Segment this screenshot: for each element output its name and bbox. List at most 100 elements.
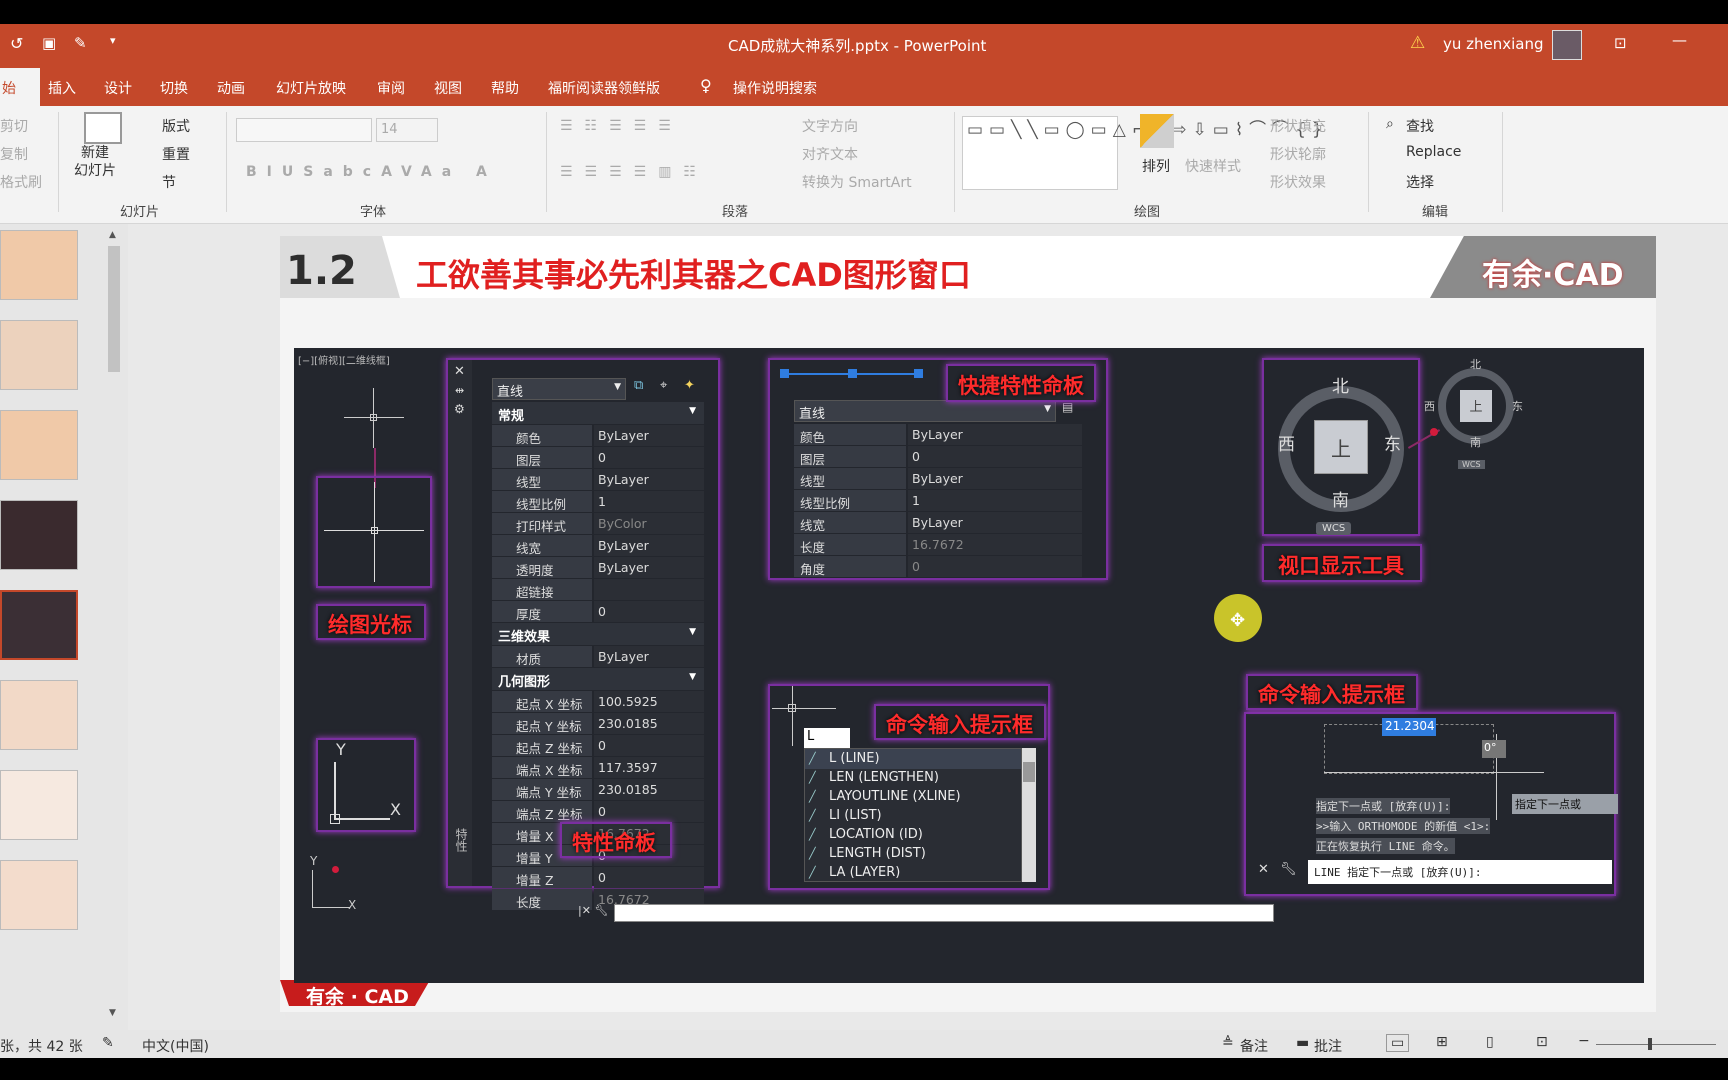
property-value[interactable]: 0 — [594, 801, 704, 822]
cmdline-customize-icon[interactable]: 🔧︎ — [1280, 862, 1297, 877]
compass-east[interactable]: 东 — [1384, 430, 1401, 455]
quick-object-type[interactable]: 直线 ▼ — [794, 400, 1056, 422]
reset-button[interactable]: 重置 — [162, 144, 190, 164]
slide-thumbnail[interactable] — [0, 500, 78, 570]
compass-west[interactable]: 西 — [1278, 430, 1295, 455]
tab-slideshow[interactable]: 幻灯片放映 — [276, 78, 346, 98]
property-row[interactable]: 起点 X 坐标 100.5925 — [492, 691, 704, 713]
autocomplete-item[interactable]: LEN (LENGTHEN) — [805, 768, 1021, 788]
minimize-icon[interactable]: — — [1672, 31, 1687, 49]
tab-help[interactable]: 帮助 — [491, 78, 519, 98]
touch-icon[interactable]: ✎ — [74, 34, 87, 52]
pickadd-icon[interactable]: ✦ — [684, 378, 695, 393]
property-value[interactable]: 0 — [594, 867, 704, 888]
bottom-command-icons[interactable]: |✕ 🔧︎ — [578, 904, 608, 917]
viewcube[interactable]: 上 — [1314, 420, 1368, 474]
property-row[interactable]: 厚度 0 — [492, 601, 704, 623]
property-row[interactable]: 线宽 ByLayer — [492, 535, 704, 557]
slide-sorter-button[interactable]: ⊞ — [1436, 1034, 1448, 1050]
tab-animations[interactable]: 动画 — [217, 78, 245, 98]
property-row[interactable]: 增量 Z0 — [492, 867, 704, 889]
tab-transitions[interactable]: 切换 — [160, 78, 188, 98]
zoom-slider[interactable] — [1596, 1038, 1716, 1050]
spellcheck-icon[interactable]: ✎ — [102, 1035, 114, 1051]
tab-design[interactable]: 设计 — [104, 78, 132, 98]
grip-mid[interactable] — [848, 369, 857, 378]
replace-button[interactable]: Replace — [1406, 144, 1461, 160]
autocomplete-item[interactable]: LENGTH (DIST) — [805, 844, 1021, 864]
viewport-label[interactable]: [−][俯视][二维线框] — [298, 352, 390, 367]
property-value[interactable]: ByLayer — [908, 424, 1082, 445]
property-row[interactable]: 材质 ByLayer — [492, 646, 704, 668]
slide-counter[interactable]: 张，共 42 张 — [0, 1036, 83, 1056]
user-name[interactable]: yu zhenxiang — [1443, 35, 1544, 53]
quick-property-row[interactable]: 线宽 ByLayer — [794, 512, 1082, 534]
property-value[interactable]: 16.7672 — [908, 534, 1082, 555]
property-row[interactable]: 端点 Y 坐标 230.0185 — [492, 779, 704, 801]
slideshow-button[interactable]: ⊡ — [1536, 1034, 1548, 1050]
property-value[interactable]: 230.0185 — [594, 713, 704, 734]
angle-input[interactable]: 0° — [1482, 740, 1506, 758]
quick-styles-button[interactable]: 快速样式 — [1185, 156, 1241, 176]
tab-home[interactable]: 始 — [0, 68, 40, 106]
property-value[interactable]: 1 — [594, 491, 704, 512]
cmdline-close-icon[interactable]: ✕ — [1258, 862, 1269, 877]
palette-settings-icon[interactable]: ⚙ — [454, 402, 465, 416]
command-typed-input[interactable]: L — [804, 728, 850, 748]
notes-button[interactable]: 备注 — [1240, 1036, 1268, 1056]
tab-view[interactable]: 视图 — [434, 78, 462, 98]
font-format-icons[interactable]: BIUSabcAVAa A — [246, 164, 497, 180]
avatar[interactable] — [1552, 30, 1582, 60]
property-row[interactable]: 端点 X 坐标 117.3597 — [492, 757, 704, 779]
property-value[interactable]: ByLayer — [594, 535, 704, 556]
compass-north[interactable]: 北 — [1332, 372, 1349, 397]
slide-thumbnail[interactable] — [0, 770, 78, 840]
shape-outline-button[interactable]: 形状轮廓 — [1270, 144, 1326, 164]
tab-insert[interactable]: 插入 — [48, 78, 76, 98]
thumbnail-scrollbar[interactable]: ▲ ▼ — [106, 228, 122, 1024]
bottom-command-bar[interactable] — [614, 904, 1274, 922]
align-icons[interactable]: ☰☰☰☰▥☷ — [560, 164, 708, 180]
quick-property-row[interactable]: 颜色 ByLayer — [794, 424, 1082, 446]
compass-south[interactable]: 南 — [1332, 486, 1349, 511]
slide-thumbnail[interactable] — [0, 680, 78, 750]
autocomplete-item[interactable]: LAYOUTLINE (XLINE) — [805, 787, 1021, 807]
property-value[interactable]: ByLayer — [908, 468, 1082, 489]
property-value[interactable]: 0 — [908, 556, 1082, 577]
smartart-button[interactable]: 转换为 SmartArt — [802, 172, 912, 192]
property-row[interactable]: 打印样式 ByColor — [492, 513, 704, 535]
property-value[interactable] — [594, 579, 704, 600]
quick-property-row[interactable]: 线型比例 1 — [794, 490, 1082, 512]
command-line-input[interactable]: LINE 指定下一点或 [放弃(U)]: — [1308, 860, 1612, 884]
quick-select-icon[interactable]: ⧉ — [634, 378, 643, 393]
autocomplete-item[interactable]: LA (LAYER) — [805, 863, 1021, 883]
slide-thumbnail[interactable] — [0, 320, 78, 390]
align-text-button[interactable]: 对齐文本 — [802, 144, 858, 164]
property-value[interactable]: 1 — [908, 490, 1082, 511]
property-row[interactable]: 超链接 — [492, 579, 704, 601]
find-button[interactable]: 查找 — [1406, 116, 1434, 136]
comments-button[interactable]: 批注 — [1314, 1036, 1342, 1056]
shapes-gallery[interactable]: ▭▭╲╲▭◯▭△⌐⌐⇨⇩▭⌇⌒⌒{} — [962, 116, 1323, 190]
tell-me-search[interactable]: 操作说明搜索 — [733, 78, 817, 98]
normal-view-button[interactable]: ▭ — [1386, 1034, 1410, 1052]
ribbon-display-icon[interactable]: ⊡ — [1614, 34, 1627, 52]
property-row[interactable]: 图层 0 — [492, 447, 704, 469]
close-icon[interactable]: ✕ — [454, 364, 465, 379]
tab-foxit[interactable]: 福昕阅读器领鲜版 — [548, 78, 660, 98]
text-direction-button[interactable]: 文字方向 — [802, 116, 858, 136]
property-row[interactable]: 线型比例 1 — [492, 491, 704, 513]
new-slide-icon[interactable] — [84, 112, 122, 144]
customize-qat-icon[interactable]: ▾ — [110, 34, 116, 47]
cut-button[interactable]: 剪切 — [0, 116, 28, 136]
length-input[interactable]: 21.2304 — [1382, 718, 1436, 736]
font-size-box[interactable]: 14 — [376, 118, 438, 142]
slide-thumbnail[interactable] — [0, 860, 78, 930]
slide-thumbnail-active[interactable] — [0, 590, 78, 660]
property-value[interactable]: ByLayer — [594, 425, 704, 446]
property-value[interactable]: 0 — [594, 447, 704, 468]
quick-property-row[interactable]: 图层 0 — [794, 446, 1082, 468]
undo-icon[interactable]: ↺ — [10, 34, 23, 53]
section-button[interactable]: 节 — [162, 172, 176, 192]
reading-view-button[interactable]: ▯ — [1486, 1034, 1494, 1050]
